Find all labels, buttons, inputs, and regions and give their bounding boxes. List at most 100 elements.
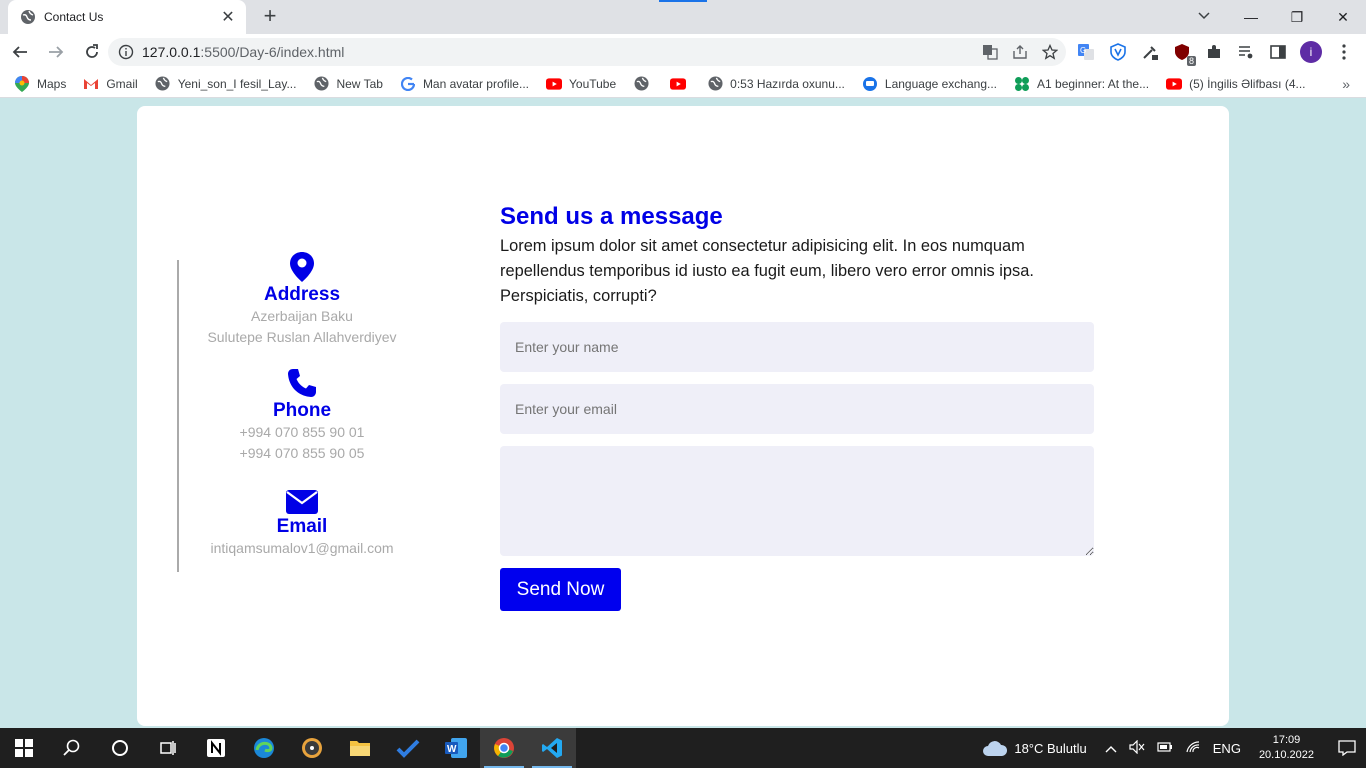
windows-taskbar: W 18°C Bulutlu ENG 17:09 20.10.2022 xyxy=(0,728,1366,768)
volume-muted-icon[interactable] xyxy=(1129,739,1145,757)
bookmark-item[interactable]: Language exchang... xyxy=(862,76,997,92)
contact-info-panel: Address Azerbaijan Baku Sulutepe Ruslan … xyxy=(177,252,407,572)
bookmark-item[interactable] xyxy=(670,76,693,92)
youtube-icon xyxy=(670,76,687,92)
phone-block: Phone +994 070 855 90 01 +994 070 855 90… xyxy=(179,364,425,464)
arrow-right-icon xyxy=(49,46,64,58)
email-input[interactable] xyxy=(500,384,1094,434)
taskbar-notion[interactable] xyxy=(192,728,240,768)
clock[interactable]: 17:09 20.10.2022 xyxy=(1259,733,1314,763)
taskbar-edge[interactable] xyxy=(240,728,288,768)
address-line-2: Sulutepe Ruslan Allahverdiyev xyxy=(207,329,397,345)
taskbar-chrome[interactable] xyxy=(480,728,528,768)
tab-search-button[interactable] xyxy=(1190,4,1218,28)
wifi-icon[interactable] xyxy=(1185,740,1201,757)
chrome-icon xyxy=(494,738,514,758)
edge-icon xyxy=(254,738,274,758)
start-button[interactable] xyxy=(0,728,48,768)
back-button[interactable] xyxy=(4,36,36,68)
bookmarks-overflow-button[interactable]: » xyxy=(1342,76,1350,92)
task-view-button[interactable] xyxy=(144,728,192,768)
chevron-down-icon xyxy=(1198,12,1210,20)
send-now-button[interactable]: Send Now xyxy=(500,568,621,611)
close-window-button[interactable]: ✕ xyxy=(1320,0,1366,34)
taskbar-media-player[interactable] xyxy=(288,728,336,768)
side-panel-icon[interactable] xyxy=(1268,42,1288,62)
bookmark-star-icon[interactable] xyxy=(1042,44,1058,60)
taskbar-todo[interactable] xyxy=(384,728,432,768)
windows-logo-icon xyxy=(15,739,33,757)
bookmark-item[interactable] xyxy=(633,76,656,92)
taskbar-word[interactable]: W xyxy=(432,728,480,768)
share-icon[interactable] xyxy=(1012,44,1028,60)
notion-icon xyxy=(207,739,225,757)
address-bar[interactable]: 127.0.0.1:5500/Day-6/index.html xyxy=(108,38,1066,66)
chevron-up-icon[interactable] xyxy=(1105,741,1117,756)
globe-icon xyxy=(155,76,171,92)
bookmark-item[interactable]: 0:53 Hazırda oxunu... xyxy=(707,76,845,92)
cortana-button[interactable] xyxy=(96,728,144,768)
bookmark-item[interactable]: New Tab xyxy=(313,76,383,92)
phone-title: Phone xyxy=(272,400,332,421)
media-player-icon xyxy=(302,738,322,758)
word-icon: W xyxy=(445,738,467,758)
forward-button[interactable] xyxy=(40,36,72,68)
bookmark-item[interactable]: (5) İngilis Əlifbası (4... xyxy=(1166,76,1306,92)
eyedropper-extension-icon[interactable] xyxy=(1140,42,1160,62)
message-textarea[interactable] xyxy=(500,446,1094,556)
task-view-icon xyxy=(160,741,176,755)
shield-extension-icon[interactable] xyxy=(1108,42,1128,62)
battery-icon[interactable] xyxy=(1157,741,1173,756)
bookmark-item[interactable]: A1 beginner: At the... xyxy=(1014,76,1149,92)
search-button[interactable] xyxy=(48,728,96,768)
omnibox-actions xyxy=(982,38,1058,66)
bookmark-item[interactable]: Yeni_son_I fesil_Lay... xyxy=(155,76,297,92)
bookmark-item[interactable]: Man avatar profile... xyxy=(400,76,529,92)
globe-icon xyxy=(313,76,329,92)
taskbar-vscode[interactable] xyxy=(528,728,576,768)
bookmark-item[interactable]: Gmail xyxy=(83,76,138,92)
bookmark-label: Gmail xyxy=(106,76,138,91)
contact-card: Address Azerbaijan Baku Sulutepe Ruslan … xyxy=(137,106,1229,726)
email-title: Email xyxy=(276,516,328,537)
menu-kebab-icon[interactable] xyxy=(1334,42,1354,62)
reload-icon xyxy=(86,44,98,58)
extensions-puzzle-icon[interactable] xyxy=(1204,42,1224,62)
extensions-bar: G 8 i xyxy=(1076,38,1354,66)
folder-icon xyxy=(350,741,370,756)
browser-toolbar: 127.0.0.1:5500/Day-6/index.html G 8 i xyxy=(0,34,1366,70)
bookmark-item[interactable]: YouTube xyxy=(546,76,616,92)
tab-contact-us[interactable]: Contact Us ✕ xyxy=(8,0,246,34)
ublock-extension-icon[interactable]: 8 xyxy=(1172,42,1196,66)
translate-icon[interactable] xyxy=(982,44,998,60)
notification-center-button[interactable] xyxy=(1328,728,1366,768)
bookmark-item[interactable]: Maps xyxy=(14,75,67,92)
cloud-icon xyxy=(983,741,1008,756)
minimize-button[interactable]: — xyxy=(1228,0,1274,34)
arrow-left-icon xyxy=(12,46,27,58)
taskbar-file-explorer[interactable] xyxy=(336,728,384,768)
weather-text: 18°C Bulutlu xyxy=(1014,740,1087,756)
info-icon[interactable] xyxy=(118,44,134,60)
bookmark-label: Yeni_son_I fesil_Lay... xyxy=(177,76,297,91)
restore-button[interactable]: ❐ xyxy=(1274,0,1320,34)
name-input[interactable] xyxy=(500,322,1094,372)
address-title: Address xyxy=(263,284,341,305)
bookmark-label: Maps xyxy=(37,76,67,91)
weather-widget[interactable]: 18°C Bulutlu xyxy=(982,739,1087,757)
url-host: 127.0.0.1 xyxy=(142,44,201,60)
google-translate-extension-icon[interactable]: G xyxy=(1076,42,1096,62)
map-pin-icon xyxy=(179,248,425,282)
extension-badge: 8 xyxy=(1186,56,1196,66)
tab-strip: Contact Us ✕ + — ❐ ✕ xyxy=(0,0,1366,34)
bookmark-label: 0:53 Hazırda oxunu... xyxy=(730,76,845,91)
language-indicator[interactable]: ENG xyxy=(1213,741,1241,756)
vscode-icon xyxy=(542,738,562,758)
reload-button[interactable] xyxy=(76,36,108,68)
phone-icon xyxy=(179,364,425,398)
profile-avatar[interactable]: i xyxy=(1300,41,1322,63)
chat-icon xyxy=(862,76,878,92)
new-tab-button[interactable]: + xyxy=(258,5,282,29)
tab-close-button[interactable]: ✕ xyxy=(220,7,236,27)
media-queue-icon[interactable] xyxy=(1236,42,1256,62)
